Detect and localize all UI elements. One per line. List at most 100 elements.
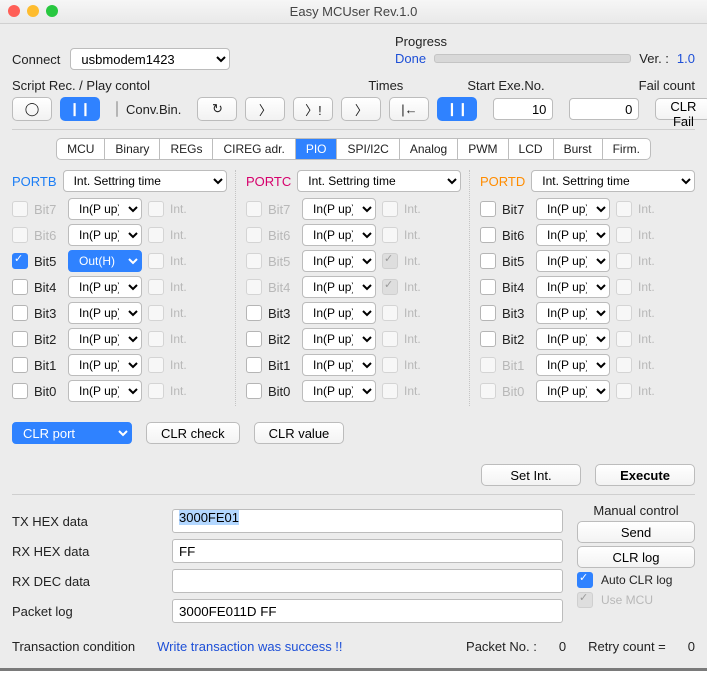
tab-lcd[interactable]: LCD bbox=[509, 139, 554, 159]
bit-mode-select[interactable]: Out(H) bbox=[68, 250, 142, 272]
txhex-label: TX HEX data bbox=[12, 514, 162, 529]
start-exeno-input[interactable] bbox=[569, 98, 639, 120]
clr-value-button[interactable]: CLR value bbox=[254, 422, 345, 444]
tab-firm-[interactable]: Firm. bbox=[603, 139, 650, 159]
pause-play-button[interactable]: ❙❙ bbox=[437, 97, 477, 121]
bit-mode-select[interactable]: In(P up) bbox=[536, 224, 610, 246]
int-label: Int. bbox=[638, 384, 655, 398]
rxhex-input[interactable] bbox=[172, 539, 563, 563]
bit-mode-select[interactable]: In(P up) bbox=[68, 354, 142, 376]
step-fwd-button[interactable]: 〉 bbox=[245, 97, 285, 121]
bit-checkbox[interactable] bbox=[480, 201, 496, 217]
loop-button[interactable]: ↻ bbox=[197, 97, 237, 121]
tab-regs[interactable]: REGs bbox=[160, 139, 213, 159]
bit-mode-select[interactable]: In(P up) bbox=[68, 224, 142, 246]
int-checkbox bbox=[616, 253, 632, 269]
bit-mode-select[interactable]: In(P up) bbox=[536, 198, 610, 220]
packet-no-value: 0 bbox=[559, 639, 566, 654]
bit-mode-select[interactable]: In(P up) bbox=[68, 276, 142, 298]
auto-clr-log-checkbox[interactable] bbox=[577, 572, 593, 588]
rxdec-input[interactable] bbox=[172, 569, 563, 593]
bit-mode-select[interactable]: In(P up) bbox=[302, 198, 376, 220]
zoom-icon[interactable] bbox=[46, 5, 58, 17]
step-back-button[interactable]: 〉 bbox=[341, 97, 381, 121]
tab-burst[interactable]: Burst bbox=[554, 139, 603, 159]
bit-mode-select[interactable]: In(P up) bbox=[302, 224, 376, 246]
bit-checkbox[interactable] bbox=[480, 227, 496, 243]
record-button[interactable]: ◯ bbox=[12, 97, 52, 121]
clr-check-button[interactable]: CLR check bbox=[146, 422, 240, 444]
bit-mode-select[interactable]: In(P up) bbox=[536, 328, 610, 350]
int-checkbox bbox=[148, 383, 164, 399]
bit-mode-select[interactable]: In(P up) bbox=[536, 276, 610, 298]
use-mcu-checkbox bbox=[577, 592, 593, 608]
bit-checkbox[interactable] bbox=[246, 383, 262, 399]
tab-mcu[interactable]: MCU bbox=[57, 139, 105, 159]
bit-mode-select[interactable]: In(P up) bbox=[536, 354, 610, 376]
int-checkbox bbox=[148, 331, 164, 347]
bit-mode-select[interactable]: In(P up) bbox=[68, 380, 142, 402]
step-stop-button[interactable]: 〉! bbox=[293, 97, 333, 121]
bit-mode-select[interactable]: In(P up) bbox=[302, 276, 376, 298]
transaction-condition-value: Write transaction was success !! bbox=[157, 639, 342, 654]
times-input[interactable] bbox=[493, 98, 553, 120]
int-settring-select[interactable]: Int. Settring time bbox=[63, 170, 227, 192]
bit-checkbox[interactable] bbox=[12, 331, 28, 347]
bit-mode-select[interactable]: In(P up) bbox=[68, 198, 142, 220]
clr-fail-button[interactable]: CLR Fail bbox=[655, 98, 707, 120]
txhex-input[interactable]: 3000FE01 bbox=[172, 509, 563, 533]
bit-checkbox[interactable] bbox=[480, 305, 496, 321]
bit-checkbox[interactable] bbox=[12, 305, 28, 321]
clr-port-select[interactable]: CLR port bbox=[12, 422, 132, 444]
int-checkbox bbox=[382, 227, 398, 243]
send-button[interactable]: Send bbox=[577, 521, 695, 543]
bit-checkbox[interactable] bbox=[246, 305, 262, 321]
packetlog-label: Packet log bbox=[12, 604, 162, 619]
pause-rec-button[interactable]: ❙❙ bbox=[60, 97, 100, 121]
int-label: Int. bbox=[404, 306, 421, 320]
tab-pwm[interactable]: PWM bbox=[458, 139, 508, 159]
bit-mode-select[interactable]: In(P up) bbox=[302, 354, 376, 376]
execute-button[interactable]: Execute bbox=[595, 464, 695, 486]
bit-checkbox[interactable] bbox=[480, 253, 496, 269]
int-checkbox bbox=[616, 227, 632, 243]
bit-checkbox[interactable] bbox=[480, 331, 496, 347]
tab-cireg-adr-[interactable]: CIREG adr. bbox=[213, 139, 295, 159]
int-settring-select[interactable]: Int. Settring time bbox=[531, 170, 695, 192]
bit-mode-select[interactable]: In(P up) bbox=[302, 302, 376, 324]
int-checkbox bbox=[148, 201, 164, 217]
bit-checkbox[interactable] bbox=[12, 357, 28, 373]
bit-checkbox[interactable] bbox=[12, 279, 28, 295]
bit-label: Bit5 bbox=[268, 254, 296, 269]
bit-checkbox[interactable] bbox=[246, 331, 262, 347]
bit-label: Bit1 bbox=[268, 358, 296, 373]
tab-spi-i2c[interactable]: SPI/I2C bbox=[337, 139, 399, 159]
bit-mode-select[interactable]: In(P up) bbox=[536, 250, 610, 272]
clr-log-button[interactable]: CLR log bbox=[577, 546, 695, 568]
bit-mode-select[interactable]: In(P up) bbox=[68, 302, 142, 324]
bit-checkbox[interactable] bbox=[12, 383, 28, 399]
close-icon[interactable] bbox=[8, 5, 20, 17]
convbin-label: Conv.Bin. bbox=[126, 102, 181, 117]
bit-mode-select[interactable]: In(P up) bbox=[536, 380, 610, 402]
bit-mode-select[interactable]: In(P up) bbox=[302, 250, 376, 272]
int-label: Int. bbox=[404, 228, 421, 242]
rewind-button[interactable]: |← bbox=[389, 97, 429, 121]
bit-checkbox[interactable] bbox=[246, 357, 262, 373]
bit-mode-select[interactable]: In(P up) bbox=[302, 328, 376, 350]
bit-checkbox[interactable] bbox=[480, 279, 496, 295]
bit-mode-select[interactable]: In(P up) bbox=[536, 302, 610, 324]
tab-pio[interactable]: PIO bbox=[296, 139, 338, 159]
bit-mode-select[interactable]: In(P up) bbox=[68, 328, 142, 350]
int-settring-select[interactable]: Int. Settring time bbox=[297, 170, 461, 192]
bit-mode-select[interactable]: In(P up) bbox=[302, 380, 376, 402]
bit-checkbox[interactable] bbox=[12, 253, 28, 269]
set-int-button[interactable]: Set Int. bbox=[481, 464, 581, 486]
tab-analog[interactable]: Analog bbox=[400, 139, 458, 159]
connect-port-select[interactable]: usbmodem1423 bbox=[70, 48, 230, 70]
minimize-icon[interactable] bbox=[27, 5, 39, 17]
int-checkbox bbox=[148, 279, 164, 295]
tab-binary[interactable]: Binary bbox=[105, 139, 160, 159]
packetlog-input[interactable] bbox=[172, 599, 563, 623]
convbin-checkbox[interactable] bbox=[116, 101, 118, 117]
